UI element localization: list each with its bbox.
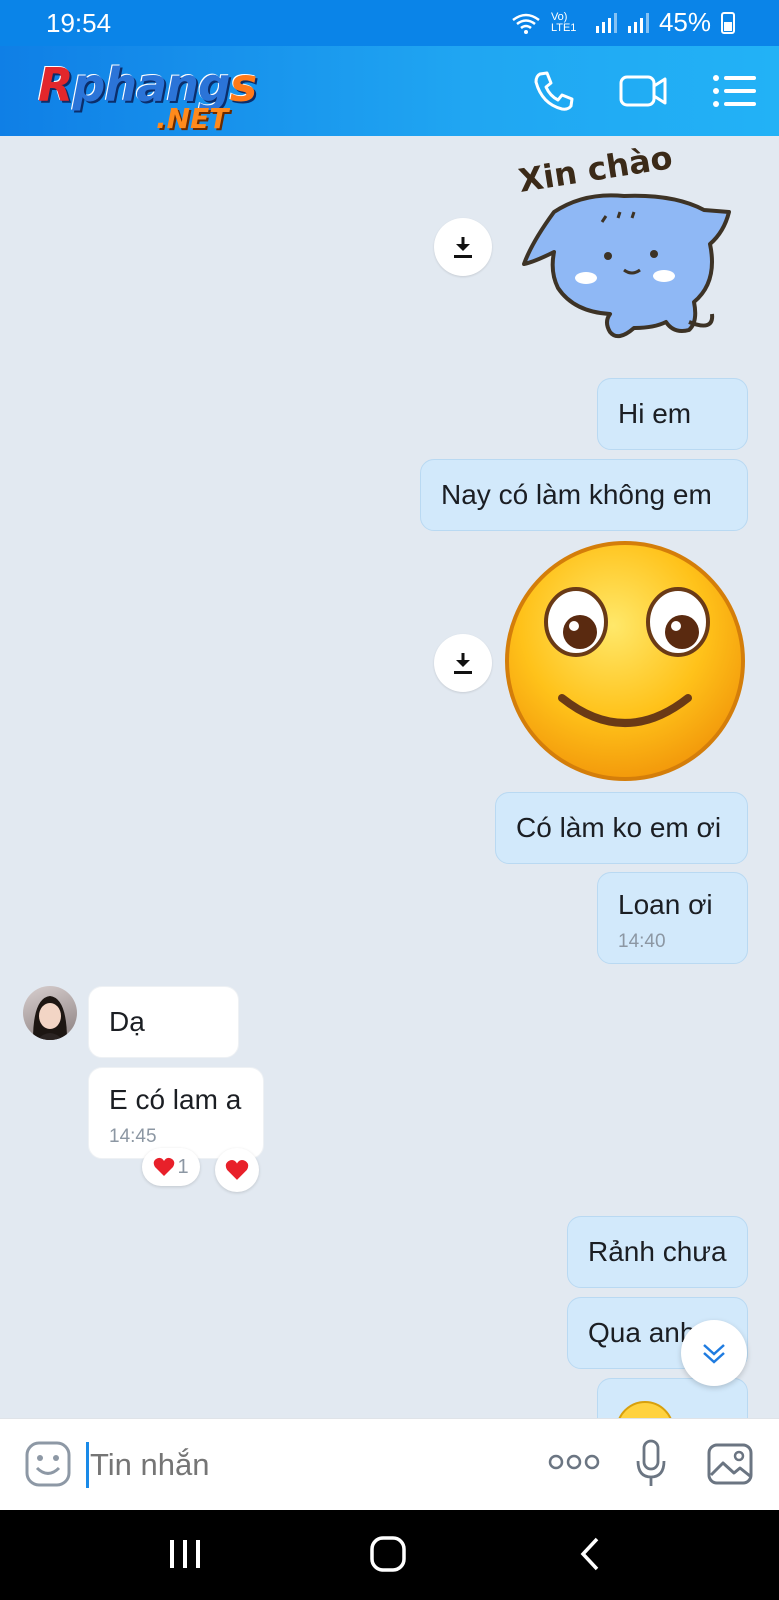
menu-list-icon[interactable] [710, 68, 760, 114]
download-button[interactable] [434, 218, 492, 276]
message-bubble[interactable]: Loan ơi 14:40 [597, 872, 748, 964]
contact-photo [33, 996, 67, 1040]
download-icon [454, 653, 472, 674]
message-text: Rảnh chưa [588, 1236, 727, 1267]
download-icon [454, 237, 472, 258]
message-text: Có làm ko em ơi [516, 812, 722, 843]
smiley-emoji-icon [618, 1401, 672, 1418]
status-indicators: Vo) LTE1 45% [511, 7, 735, 38]
battery-percent: 45% [658, 7, 711, 37]
heart-icon [154, 1157, 175, 1176]
message-text: Nay có làm không em [441, 479, 712, 510]
microphone-icon[interactable] [634, 1439, 668, 1489]
smiley-sticker[interactable] [502, 538, 748, 784]
recent-apps-icon[interactable] [168, 1536, 202, 1572]
double-chevron-down-icon [703, 1344, 725, 1364]
react-button[interactable] [215, 1148, 259, 1192]
signal-icon [595, 12, 617, 33]
video-camera-icon[interactable] [618, 68, 668, 114]
phone-icon[interactable] [528, 68, 578, 114]
message-text: Hi em [618, 398, 692, 429]
cat-sticker[interactable]: Xin chào [514, 138, 744, 352]
back-icon[interactable] [578, 1536, 602, 1572]
blue-cat-illustration [522, 193, 731, 339]
status-bar: 19:54 Vo) LTE1 45% [0, 0, 779, 46]
system-nav-bar [0, 1510, 779, 1600]
message-input-bar [0, 1418, 779, 1511]
message-bubble[interactable]: E có lam a 14:45 [88, 1067, 264, 1159]
network-label: Vo) LTE1 [550, 10, 577, 34]
home-icon[interactable] [369, 1534, 407, 1574]
message-bubble[interactable]: Có làm ko em ơi [495, 792, 748, 864]
message-bubble[interactable]: Hi em [597, 378, 748, 450]
message-text: E có lam a [109, 1084, 242, 1115]
more-options-icon[interactable] [548, 1453, 600, 1471]
message-timestamp: 14:45 [109, 1126, 157, 1147]
message-bubble-partial[interactable] [597, 1378, 748, 1418]
message-bubble[interactable]: Rảnh chưa [567, 1216, 748, 1288]
wifi-icon [512, 13, 540, 34]
watermark-logo: Rphangs .NET [38, 58, 257, 135]
signal-icon [627, 12, 649, 33]
avatar[interactable] [23, 986, 77, 1040]
image-gallery-icon[interactable] [706, 1441, 754, 1487]
message-timestamp: 14:40 [618, 931, 666, 952]
scroll-to-bottom-button[interactable] [681, 1320, 747, 1386]
message-bubble[interactable]: Nay có làm không em [420, 459, 748, 531]
emoji-sticker-icon[interactable] [25, 1441, 71, 1487]
chat-header: Rphangs .NET [0, 46, 779, 136]
battery-icon [721, 11, 735, 34]
message-text: Qua anh [588, 1317, 696, 1348]
status-time: 19:54 [46, 8, 112, 38]
reaction-count: 1 [177, 1155, 189, 1178]
message-text: Loan ơi [618, 889, 713, 920]
message-text: Dạ [109, 1006, 145, 1037]
text-caret [86, 1442, 89, 1488]
download-button[interactable] [434, 634, 492, 692]
message-bubble[interactable]: Dạ [88, 986, 239, 1058]
message-input[interactable] [90, 1441, 520, 1489]
reaction-summary[interactable]: 1 [142, 1148, 200, 1186]
logo-suffix: .NET [156, 102, 229, 135]
heart-icon [225, 1160, 249, 1180]
